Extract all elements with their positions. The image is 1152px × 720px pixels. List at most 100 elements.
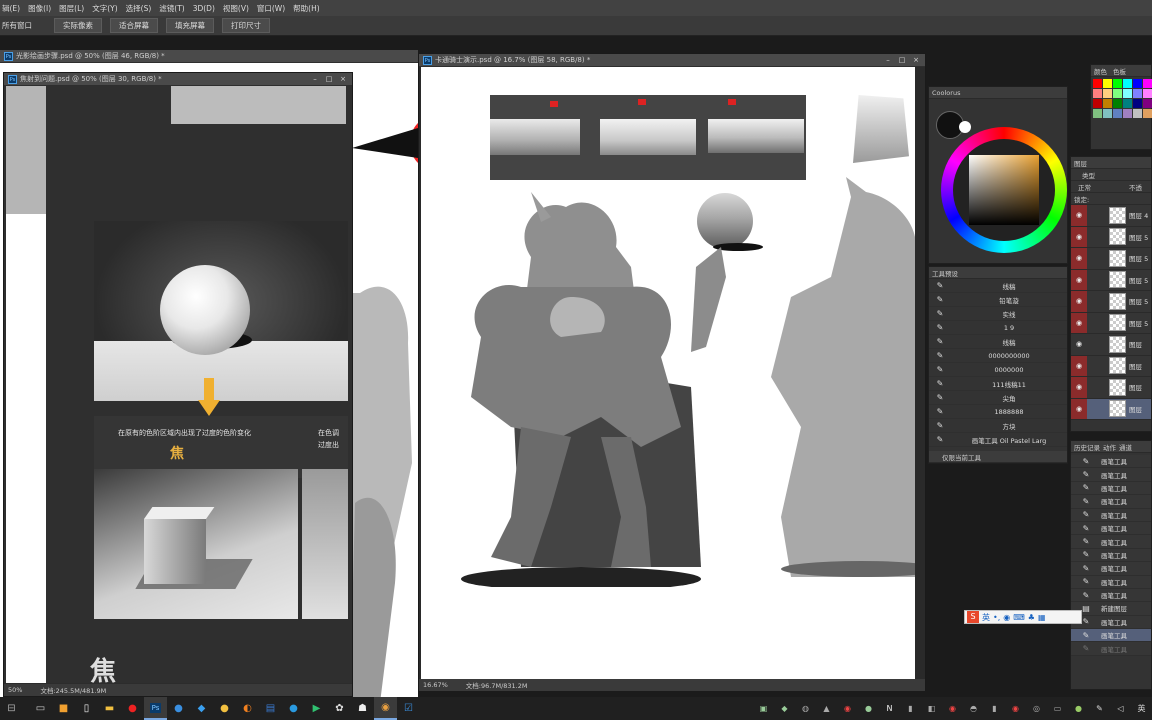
maximize-button[interactable]: □ xyxy=(897,56,907,65)
left-document-window[interactable]: Ps 焦射到问题.psd @ 50% (图层 30, RGB/8) * – □ … xyxy=(3,72,353,697)
color-swatch[interactable] xyxy=(1103,89,1112,98)
fit-screen-button[interactable]: 适合屏幕 xyxy=(110,18,158,33)
layer-row[interactable]: ◉ 图层 5 xyxy=(1071,226,1151,248)
layer-filter-select[interactable]: 类型 xyxy=(1082,170,1095,180)
history-item[interactable]: ✎ 画笔工具 xyxy=(1071,548,1151,563)
left-zoom-value[interactable]: 50% xyxy=(8,686,22,694)
left-canvas[interactable]: 在原有的色阶区域内出现了过度的色阶变化 在色调 过度出 焦 焦 xyxy=(4,86,352,683)
history-item[interactable]: ✎ 画笔工具 xyxy=(1071,615,1151,630)
maximize-button[interactable]: □ xyxy=(324,75,334,84)
ime-voice-icon[interactable]: ◉ xyxy=(1003,613,1010,622)
tray-icon[interactable]: ◆ xyxy=(774,704,795,713)
blend-mode-select[interactable]: 正常 xyxy=(1078,182,1091,192)
tray-icon[interactable]: ● xyxy=(858,704,879,713)
color-swatch[interactable] xyxy=(1103,79,1112,88)
color-swatch[interactable] xyxy=(1133,99,1142,108)
tray-icon[interactable]: ◉ xyxy=(1005,704,1026,713)
layer-row[interactable]: ◉ 图层 5 xyxy=(1071,269,1151,291)
layer-row[interactable]: ◉ 图层 5 xyxy=(1071,248,1151,270)
photoshop-taskbar-icon[interactable]: Ps xyxy=(144,697,167,720)
eye-icon[interactable]: ◉ xyxy=(1071,226,1087,247)
tray-icon[interactable]: ◁ xyxy=(1110,704,1131,713)
blue-app-icon[interactable]: ◆ xyxy=(190,697,213,720)
color-swatch[interactable] xyxy=(1093,89,1102,98)
settings-icon[interactable]: ✿ xyxy=(328,697,351,720)
tool-preset-item[interactable]: ✎ 铅笔漩 xyxy=(929,293,1067,307)
main-window-titlebar[interactable]: Ps 卡通骑士演示.psd @ 16.7% (图层 58, RGB/8) * –… xyxy=(419,54,925,67)
menu-item[interactable]: 辑(E) xyxy=(0,3,26,14)
menu-item[interactable]: 图层(L) xyxy=(57,3,90,14)
layer-row[interactable]: ◉ 图层 5 xyxy=(1071,312,1151,334)
history-item[interactable]: ✎ 画笔工具 xyxy=(1071,575,1151,589)
tray-icon[interactable]: ● xyxy=(1068,704,1089,713)
color-swatch[interactable] xyxy=(1133,89,1142,98)
layer-row[interactable]: ◉ 图层 xyxy=(1071,398,1151,420)
tool-preset-item[interactable]: ✎ 111线稿11 xyxy=(929,377,1067,391)
tray-icon[interactable]: ▭ xyxy=(1047,704,1068,713)
tray-icon[interactable]: ◉ xyxy=(837,704,858,713)
tray-icon[interactable]: ▮ xyxy=(984,704,1005,713)
check-app-icon[interactable]: ☑ xyxy=(397,697,420,720)
menu-item[interactable]: 帮助(H) xyxy=(291,3,326,14)
history-item[interactable]: ✎ 画笔工具 xyxy=(1071,642,1151,656)
history-item[interactable]: ✎ 画笔工具 xyxy=(1071,629,1151,643)
layer-row[interactable]: ◉ 图层 xyxy=(1071,355,1151,377)
blender-icon[interactable]: ◐ xyxy=(236,697,259,720)
color-swatch[interactable] xyxy=(1143,99,1152,108)
sogou-app-icon[interactable]: ● xyxy=(167,697,190,720)
color-wheel[interactable] xyxy=(941,127,1067,253)
ime-keyboard-icon[interactable]: ⌨ xyxy=(1013,613,1025,622)
tray-icon[interactable]: N xyxy=(879,704,900,713)
background-color-swatch[interactable] xyxy=(959,121,971,133)
fill-screen-button[interactable]: 填充屏幕 xyxy=(166,18,214,33)
color-swatch[interactable] xyxy=(1093,79,1102,88)
main-canvas[interactable] xyxy=(421,67,915,679)
tool-preset-item[interactable]: ✎ 画笔工具 Oil Pastel Larg xyxy=(929,433,1067,447)
ime-punct-icon[interactable]: •, xyxy=(993,613,1000,622)
print-size-button[interactable]: 打印尺寸 xyxy=(222,18,270,33)
menu-item[interactable]: 选择(S) xyxy=(124,3,158,14)
history-item[interactable]: ✎ 画笔工具 xyxy=(1071,455,1151,469)
actual-pixels-button[interactable]: 实际像素 xyxy=(54,18,102,33)
tray-icon[interactable]: ◧ xyxy=(921,704,942,713)
menu-item[interactable]: 窗口(W) xyxy=(255,3,291,14)
ime-lang[interactable]: 英 xyxy=(982,612,990,623)
tray-icon[interactable]: ◍ xyxy=(795,704,816,713)
tool-preset-item[interactable]: ✎ 1888888 xyxy=(929,405,1067,419)
task-view-icon[interactable]: ▭ xyxy=(29,697,52,720)
ime-skin-icon[interactable]: ♣ xyxy=(1028,613,1035,622)
menu-item[interactable]: 文字(Y) xyxy=(90,3,123,14)
color-swatch[interactable] xyxy=(1093,109,1102,118)
paint-app-icon[interactable]: ◉ xyxy=(374,697,397,720)
player-icon[interactable]: ▶ xyxy=(305,697,328,720)
layer-row[interactable]: ◉ 图层 4 xyxy=(1071,205,1151,227)
app-icon[interactable]: ⊟ xyxy=(0,697,23,720)
layer-row[interactable]: ◉ 图层 xyxy=(1071,377,1151,399)
color-swatch[interactable] xyxy=(1143,109,1152,118)
close-button[interactable]: × xyxy=(911,56,921,65)
ime-tools-icon[interactable]: ▦ xyxy=(1038,613,1046,622)
eye-icon[interactable]: ◉ xyxy=(1071,355,1087,376)
color-swatch[interactable] xyxy=(1123,99,1132,108)
close-button[interactable]: × xyxy=(338,75,348,84)
left-window-titlebar[interactable]: Ps 焦射到问题.psd @ 50% (图层 30, RGB/8) * – □ … xyxy=(4,73,352,86)
history-item[interactable]: ✎ 画笔工具 xyxy=(1071,535,1151,549)
color-swatch[interactable] xyxy=(1113,99,1122,108)
folder-icon[interactable]: ▬ xyxy=(98,697,121,720)
tray-icon[interactable]: ✎ xyxy=(1089,704,1110,713)
tool-preset-item[interactable]: ✎ 0000000000 xyxy=(929,349,1067,363)
netease-music-icon[interactable]: ● xyxy=(121,697,144,720)
tab-channels[interactable]: 通道 xyxy=(1119,442,1132,452)
tray-lang[interactable]: 英 xyxy=(1131,703,1152,714)
tray-icon[interactable]: ▲ xyxy=(816,704,837,713)
eye-icon[interactable]: ◉ xyxy=(1071,377,1087,398)
menu-item[interactable]: 滤镜(T) xyxy=(157,3,190,14)
tab-swatches[interactable]: 色板 xyxy=(1113,66,1126,76)
eye-icon[interactable]: ◉ xyxy=(1071,398,1087,419)
main-document-window[interactable]: Ps 卡通骑士演示.psd @ 16.7% (图层 58, RGB/8) * –… xyxy=(418,53,926,691)
eye-icon[interactable]: ◉ xyxy=(1071,291,1087,312)
history-item[interactable]: ✎ 画笔工具 xyxy=(1071,468,1151,482)
layer-row[interactable]: ◉ 图层 xyxy=(1071,334,1151,356)
color-swatch[interactable] xyxy=(1143,89,1152,98)
main-zoom-value[interactable]: 16.67% xyxy=(423,681,448,689)
